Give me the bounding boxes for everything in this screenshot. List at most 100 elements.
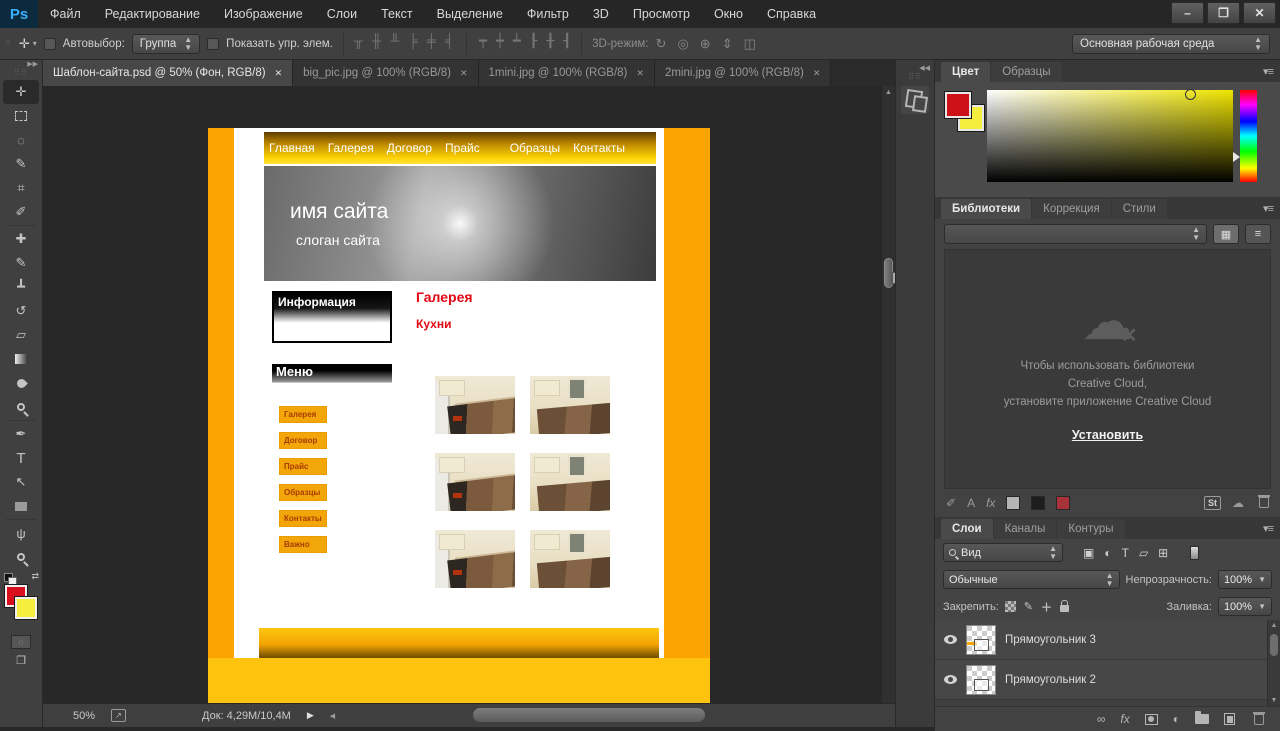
screen-mode-button[interactable]: ❐ [16, 654, 26, 667]
close-button[interactable]: ✕ [1243, 2, 1276, 24]
blur-tool[interactable] [3, 371, 39, 395]
3d-scale-icon[interactable]: ◫ [744, 36, 756, 52]
move-tool-preset-icon[interactable]: ✛ ▾ [19, 36, 37, 52]
default-colors-icon[interactable] [4, 573, 17, 586]
layer-thumbnail[interactable] [966, 664, 996, 695]
delete-icon[interactable] [1258, 495, 1270, 508]
menu-file[interactable]: Файл [38, 7, 93, 21]
history-brush-tool[interactable]: ↺ [3, 299, 39, 323]
lock-transparency-icon[interactable] [1004, 601, 1016, 612]
crop-tool[interactable]: ⌗ [3, 176, 39, 200]
collapse-tools-icon[interactable]: ▶▶ [27, 60, 38, 68]
filter-switch[interactable] [1190, 545, 1200, 560]
tab-libraries[interactable]: Библиотеки [941, 199, 1032, 219]
filter-adjustment-icon[interactable]: ◐ [1104, 546, 1111, 560]
navigator-panel-icon[interactable] [901, 86, 929, 114]
autoselect-target-select[interactable]: Группа ▲ ▼ [131, 33, 201, 54]
tab-swatches[interactable]: Образцы [991, 62, 1062, 82]
status-menu-arrow-icon[interactable]: ▶ [307, 710, 314, 721]
workspace-select[interactable]: Основная рабочая среда ▲ ▼ [1072, 33, 1270, 54]
eraser-tool[interactable]: ▱ [3, 323, 39, 347]
stock-badge[interactable]: St [1204, 495, 1221, 510]
layer-filter-select[interactable]: Вид ▲ ▼ [943, 543, 1063, 562]
distribute-hcenter-icon[interactable]: ╂ [546, 33, 554, 55]
saturation-brightness-field[interactable] [987, 89, 1233, 182]
tab-adjustments[interactable]: Коррекция [1032, 199, 1111, 219]
tab-styles[interactable]: Стили [1111, 199, 1167, 219]
add-graphic-icon[interactable]: ✐ [946, 496, 956, 510]
layer-thumbnail[interactable] [966, 624, 996, 655]
tab-channels[interactable]: Каналы [993, 519, 1057, 539]
layers-scroll-thumb[interactable] [1270, 634, 1278, 656]
layer-row[interactable]: Прямоугольник 3 [935, 620, 1280, 660]
distribute-vcenter-icon[interactable]: ┿ [496, 33, 504, 55]
fill-value[interactable]: 100% ▼ [1217, 597, 1272, 616]
align-hcenter-icon[interactable]: ╪ [427, 33, 436, 55]
tab-1mini[interactable]: 1mini.jpg @ 100% (RGB/8) ✕ [478, 60, 655, 86]
rectangle-tool[interactable] [3, 494, 39, 518]
align-top-icon[interactable]: ╥ [354, 33, 363, 55]
scroll-up-icon[interactable]: ▲ [885, 89, 892, 96]
show-transform-controls-checkbox[interactable] [207, 37, 220, 50]
move-tool[interactable]: ✛ [3, 80, 39, 104]
lock-all-icon[interactable] [1059, 600, 1069, 612]
quick-selection-tool[interactable]: ✎ [3, 152, 39, 176]
hue-strip[interactable] [1240, 90, 1257, 182]
vertical-scroll-thumb[interactable] [884, 258, 895, 288]
close-tab-icon[interactable]: ✕ [636, 68, 644, 79]
filter-image-icon[interactable]: ▣ [1083, 546, 1094, 560]
type-tool[interactable]: T [3, 446, 39, 470]
distribute-right-icon[interactable]: ┨ [563, 33, 571, 55]
filter-smart-object-icon[interactable]: ⊞ [1158, 546, 1168, 560]
menu-type[interactable]: Текст [369, 7, 424, 21]
cloud-sync-icon[interactable]: ☁ [1232, 496, 1244, 510]
panel-foreground-swatch[interactable] [945, 92, 971, 118]
zoom-level[interactable]: 50% [73, 710, 95, 722]
layer-style-icon[interactable]: fx [1120, 712, 1129, 726]
red-color-chip[interactable] [1056, 495, 1071, 510]
expand-dock-icon[interactable]: ◀◀ [919, 64, 930, 72]
autoselect-checkbox[interactable] [43, 37, 56, 50]
canvas-viewport[interactable]: Главная Галерея Договор Прайс Образцы Ко… [43, 86, 895, 703]
clone-stamp-tool[interactable]: ┻ [3, 275, 39, 299]
panel-menu-icon[interactable]: ▾≡ [1263, 202, 1274, 215]
tab-layers[interactable]: Слои [941, 519, 993, 539]
3d-drag-icon[interactable]: ⊕ [700, 36, 711, 52]
adjustment-layer-icon[interactable]: ◐ [1173, 712, 1180, 726]
menu-view[interactable]: Просмотр [621, 7, 702, 21]
scroll-up-icon[interactable]: ▲ [1271, 622, 1278, 629]
filter-type-icon[interactable]: T [1122, 546, 1129, 560]
layers-scrollbar[interactable]: ▲ ▼ [1267, 620, 1280, 706]
menu-3d[interactable]: 3D [581, 7, 621, 21]
dodge-tool[interactable] [3, 395, 39, 419]
spot-healing-brush-tool[interactable]: ✚ [3, 227, 39, 251]
hand-tool[interactable]: ψ [3, 521, 39, 545]
color-picker-ring[interactable] [1185, 89, 1196, 100]
brush-tool[interactable]: ✎ [3, 251, 39, 275]
menu-window[interactable]: Окно [702, 7, 755, 21]
align-bottom-icon[interactable]: ╨ [390, 33, 399, 55]
tab-2mini[interactable]: 2mini.jpg @ 100% (RGB/8) ✕ [654, 60, 832, 86]
distribute-top-icon[interactable]: ┯ [479, 33, 487, 55]
close-tab-icon[interactable]: ✕ [813, 68, 821, 79]
panel-menu-icon[interactable]: ▾≡ [1263, 522, 1274, 535]
align-vcenter-icon[interactable]: ╫ [372, 33, 381, 55]
layer-visibility-icon[interactable] [944, 635, 957, 644]
menu-filter[interactable]: Фильтр [515, 7, 581, 21]
list-view-button[interactable]: ≡ [1245, 224, 1271, 244]
panel-menu-icon[interactable]: ▾≡ [1263, 65, 1274, 78]
horizontal-scroll-thumb[interactable] [473, 708, 705, 722]
add-mask-icon[interactable] [1144, 713, 1158, 725]
install-link[interactable]: Установить [1072, 428, 1143, 442]
close-tab-icon[interactable]: ✕ [275, 68, 283, 79]
distribute-bottom-icon[interactable]: ┷ [513, 33, 521, 55]
lasso-tool[interactable]: ◌ [3, 128, 39, 152]
restore-button[interactable]: ❐ [1207, 2, 1240, 24]
export-icon[interactable]: ↗ [111, 709, 127, 722]
layer-visibility-icon[interactable] [944, 675, 957, 684]
tab-color[interactable]: Цвет [941, 62, 991, 82]
zoom-tool[interactable] [3, 545, 39, 569]
path-selection-tool[interactable]: ↖ [3, 470, 39, 494]
lock-position-icon[interactable]: ＋ [1041, 599, 1052, 615]
grid-view-button[interactable]: ▦ [1213, 224, 1239, 244]
